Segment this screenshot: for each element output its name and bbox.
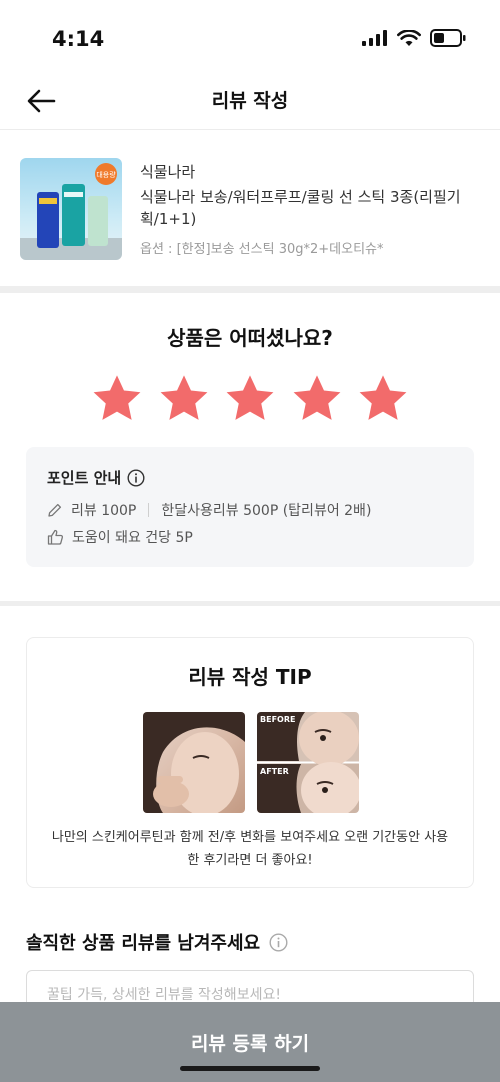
nav-header: 리뷰 작성	[0, 72, 500, 130]
star-rating[interactable]	[90, 372, 410, 426]
pencil-icon	[48, 503, 62, 517]
review-section-label: 솔직한 상품 리뷰를 남겨주세요	[26, 929, 288, 955]
status-time: 4:14	[52, 27, 105, 51]
battery-icon	[430, 29, 466, 47]
submit-review-label: 리뷰 등록 하기	[190, 1033, 310, 1055]
status-bar: 4:14	[0, 0, 500, 72]
after-label: AFTER	[260, 767, 289, 776]
point-line-helpful: 도움이 돼요 건당 5P	[47, 527, 193, 547]
point-line-review: 리뷰 100P 한달사용리뷰 500P (탑리뷰어 2배)	[47, 500, 371, 520]
product-option: 옵션 : [한정]보송 선스틱 30g*2+데오티슈*	[140, 242, 384, 257]
star-icon[interactable]	[157, 372, 211, 426]
star-icon[interactable]	[90, 372, 144, 426]
tip-title: 리뷰 작성 TIP	[188, 665, 312, 689]
point-info-box: 포인트 안내 리뷰 100P 한달사용리뷰 500P (탑리뷰어 2배) 도움이…	[26, 447, 474, 567]
product-image: 대용량	[20, 163, 122, 260]
star-icon[interactable]	[290, 372, 344, 426]
page-title: 리뷰 작성	[211, 90, 289, 112]
product-name: 식물나라 보송/워터프루프/쿨링 선 스틱 3종(리필기획/1+1)	[140, 188, 461, 228]
tip-description: 나만의 스킨케어루틴과 함께 전/후 변화를 보여주세요 오랜 기간동안 사용한…	[51, 830, 449, 868]
rating-question: 상품은 어떠셨나요?	[167, 326, 333, 350]
point-info-title-text: 포인트 안내	[47, 469, 122, 487]
home-indicator	[180, 1066, 320, 1071]
review-text-input[interactable]	[47, 987, 447, 1003]
star-icon[interactable]	[223, 372, 277, 426]
product-badge: 대용량	[96, 171, 116, 179]
info-icon[interactable]	[269, 932, 288, 952]
product-summary: 대용량 식물나라 식물나라 보송/워터프루프/쿨링 선 스틱 3종(리필기획/1…	[0, 131, 500, 286]
tip-image-skincare	[143, 712, 245, 813]
product-thumbnail: 대용량	[20, 158, 122, 260]
tip-image-before-after: BEFORE AFTER	[257, 712, 359, 813]
submit-review-button[interactable]: 리뷰 등록 하기	[0, 1002, 500, 1082]
before-label: BEFORE	[260, 715, 296, 724]
point-info-title: 포인트 안내	[47, 467, 145, 488]
product-brand: 식물나라	[140, 163, 196, 181]
point-month-review-text: 한달사용리뷰 500P (탑리뷰어 2배)	[161, 503, 372, 519]
star-icon[interactable]	[356, 372, 410, 426]
wifi-icon	[397, 29, 421, 46]
point-review-text: 리뷰 100P	[71, 503, 137, 519]
cellular-signal-icon	[362, 30, 387, 46]
review-label-text: 솔직한 상품 리뷰를 남겨주세요	[26, 933, 261, 954]
section-divider	[0, 286, 500, 293]
info-icon[interactable]	[127, 468, 145, 487]
section-divider	[0, 601, 500, 606]
thumbs-up-icon	[47, 529, 64, 545]
point-helpful-text: 도움이 돼요 건당 5P	[72, 530, 193, 546]
status-icons	[362, 29, 466, 47]
review-tip-card: 리뷰 작성 TIP BEFORE AFTER 나만의 스킨케어루틴과 함께 전/…	[26, 637, 474, 888]
divider	[148, 503, 150, 517]
